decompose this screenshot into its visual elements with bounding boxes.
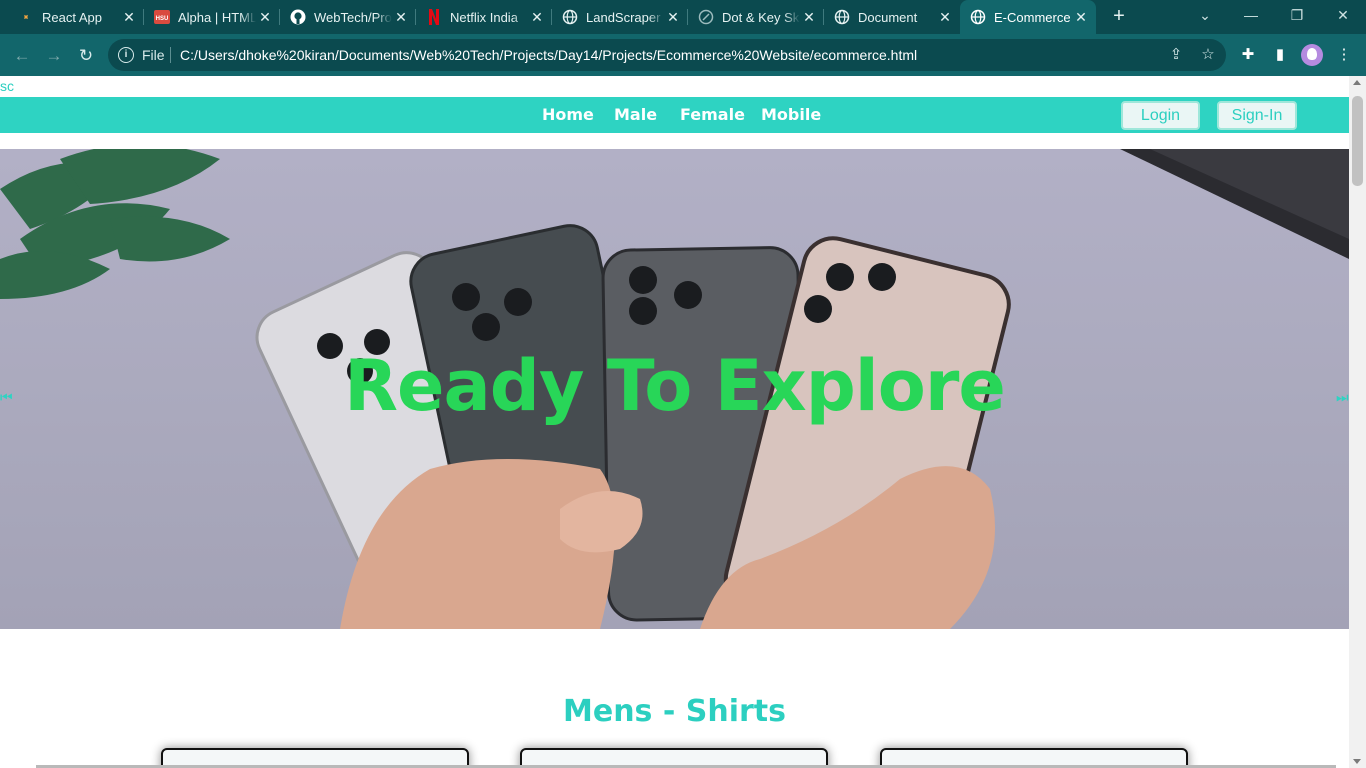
close-icon[interactable]: ✕ <box>256 9 274 26</box>
tab-title: Alpha | HTML <box>178 9 256 25</box>
tab-title: React App <box>42 9 102 25</box>
github-icon <box>290 9 306 25</box>
divider <box>170 47 171 63</box>
nav-link-male[interactable]: Male <box>614 105 657 124</box>
extensions-icon[interactable]: ✚ <box>1237 44 1259 66</box>
svg-text:HSU: HSU <box>156 16 169 22</box>
minimize-icon[interactable]: — <box>1228 0 1274 30</box>
chevron-left-icon[interactable]: ⏮ <box>0 389 13 406</box>
tab-dot-key[interactable]: Dot & Key Skin ✕ <box>688 0 824 34</box>
nav-link-mobile[interactable]: Mobile <box>761 105 821 124</box>
close-icon[interactable]: ✕ <box>936 9 954 26</box>
close-icon[interactable]: ✕ <box>392 9 410 26</box>
top-text: sc <box>0 78 14 94</box>
netflix-icon <box>426 9 442 25</box>
menu-kebab-icon[interactable]: ⋮ <box>1333 44 1355 66</box>
page-scrollbar[interactable] <box>1349 76 1366 768</box>
tab-webtech[interactable]: WebTech/Projects ✕ <box>280 0 416 34</box>
link-icon <box>698 9 714 25</box>
browser-toolbar: ← → ↻ i File C:/Users/dhoke%20kiran/Docu… <box>0 34 1366 76</box>
tab-title: Document <box>858 9 918 25</box>
globe-icon <box>562 9 578 25</box>
tab-search-icon[interactable]: ⌄ <box>1182 0 1228 30</box>
scroll-down-icon[interactable] <box>1353 759 1361 764</box>
react-icon: × <box>18 9 34 25</box>
window-close-icon[interactable]: ✕ <box>1320 0 1366 30</box>
tab-title: Netflix India <box>450 9 518 25</box>
scheme-label: File <box>142 47 165 63</box>
bookmark-star-icon[interactable]: ☆ <box>1198 45 1218 65</box>
tab-document[interactable]: Document ✕ <box>824 0 960 34</box>
section-title: Mens - Shirts <box>563 694 786 729</box>
globe-icon <box>970 9 986 25</box>
close-icon[interactable]: ✕ <box>1072 9 1090 26</box>
forward-icon[interactable]: → <box>40 42 68 70</box>
close-icon[interactable]: ✕ <box>120 9 138 26</box>
tab-react-app[interactable]: × React App ✕ <box>8 0 144 34</box>
profile-avatar[interactable] <box>1301 44 1323 66</box>
share-icon[interactable]: ⇪ <box>1166 45 1186 65</box>
tab-alpha[interactable]: HSU Alpha | HTML ✕ <box>144 0 280 34</box>
restore-icon[interactable]: ❐ <box>1274 0 1320 30</box>
close-icon[interactable]: ✕ <box>528 9 546 26</box>
svg-text:×: × <box>23 12 28 22</box>
back-icon[interactable]: ← <box>8 42 36 70</box>
new-tab-icon[interactable]: + <box>1108 5 1130 27</box>
scroll-up-icon[interactable] <box>1353 80 1361 85</box>
hero-title: Ready To Explore <box>344 345 1006 427</box>
address-bar[interactable]: i File C:/Users/dhoke%20kiran/Documents/… <box>108 39 1226 71</box>
side-panel-icon[interactable]: ▮ <box>1269 44 1291 66</box>
scroll-thumb[interactable] <box>1352 96 1363 186</box>
tab-title: LandScraper <box>586 9 661 25</box>
tab-title: E-Commerce <box>994 9 1071 25</box>
reload-icon[interactable]: ↻ <box>72 42 100 70</box>
page-viewport: sc Home Male Female Mobile Login Sign-In <box>0 76 1349 768</box>
globe-icon <box>834 9 850 25</box>
info-icon[interactable]: i <box>118 47 134 63</box>
tab-title: WebTech/Projects <box>314 9 392 25</box>
tab-title: Dot & Key Skin <box>722 9 800 25</box>
url-text[interactable]: C:/Users/dhoke%20kiran/Documents/Web%20T… <box>180 47 917 63</box>
nav-link-home[interactable]: Home <box>542 105 594 124</box>
tab-netflix[interactable]: Netflix India ✕ <box>416 0 552 34</box>
tab-ecommerce[interactable]: E-Commerce ✕ <box>960 0 1096 34</box>
site-navbar: Home Male Female Mobile Login Sign-In <box>0 97 1349 133</box>
chevron-right-icon[interactable]: ⏭ <box>1336 389 1349 406</box>
close-icon[interactable]: ✕ <box>664 9 682 26</box>
login-button[interactable]: Login <box>1121 101 1200 130</box>
nav-link-female[interactable]: Female <box>680 105 745 124</box>
hsu-icon: HSU <box>154 9 170 25</box>
close-icon[interactable]: ✕ <box>800 9 818 26</box>
hero-banner: Ready To Explore ⏮ ⏭ <box>0 149 1349 629</box>
signin-button[interactable]: Sign-In <box>1217 101 1297 130</box>
tab-landscraper[interactable]: LandScraper ✕ <box>552 0 688 34</box>
browser-tab-bar: × React App ✕ HSU Alpha | HTML ✕ WebTech… <box>0 0 1366 34</box>
